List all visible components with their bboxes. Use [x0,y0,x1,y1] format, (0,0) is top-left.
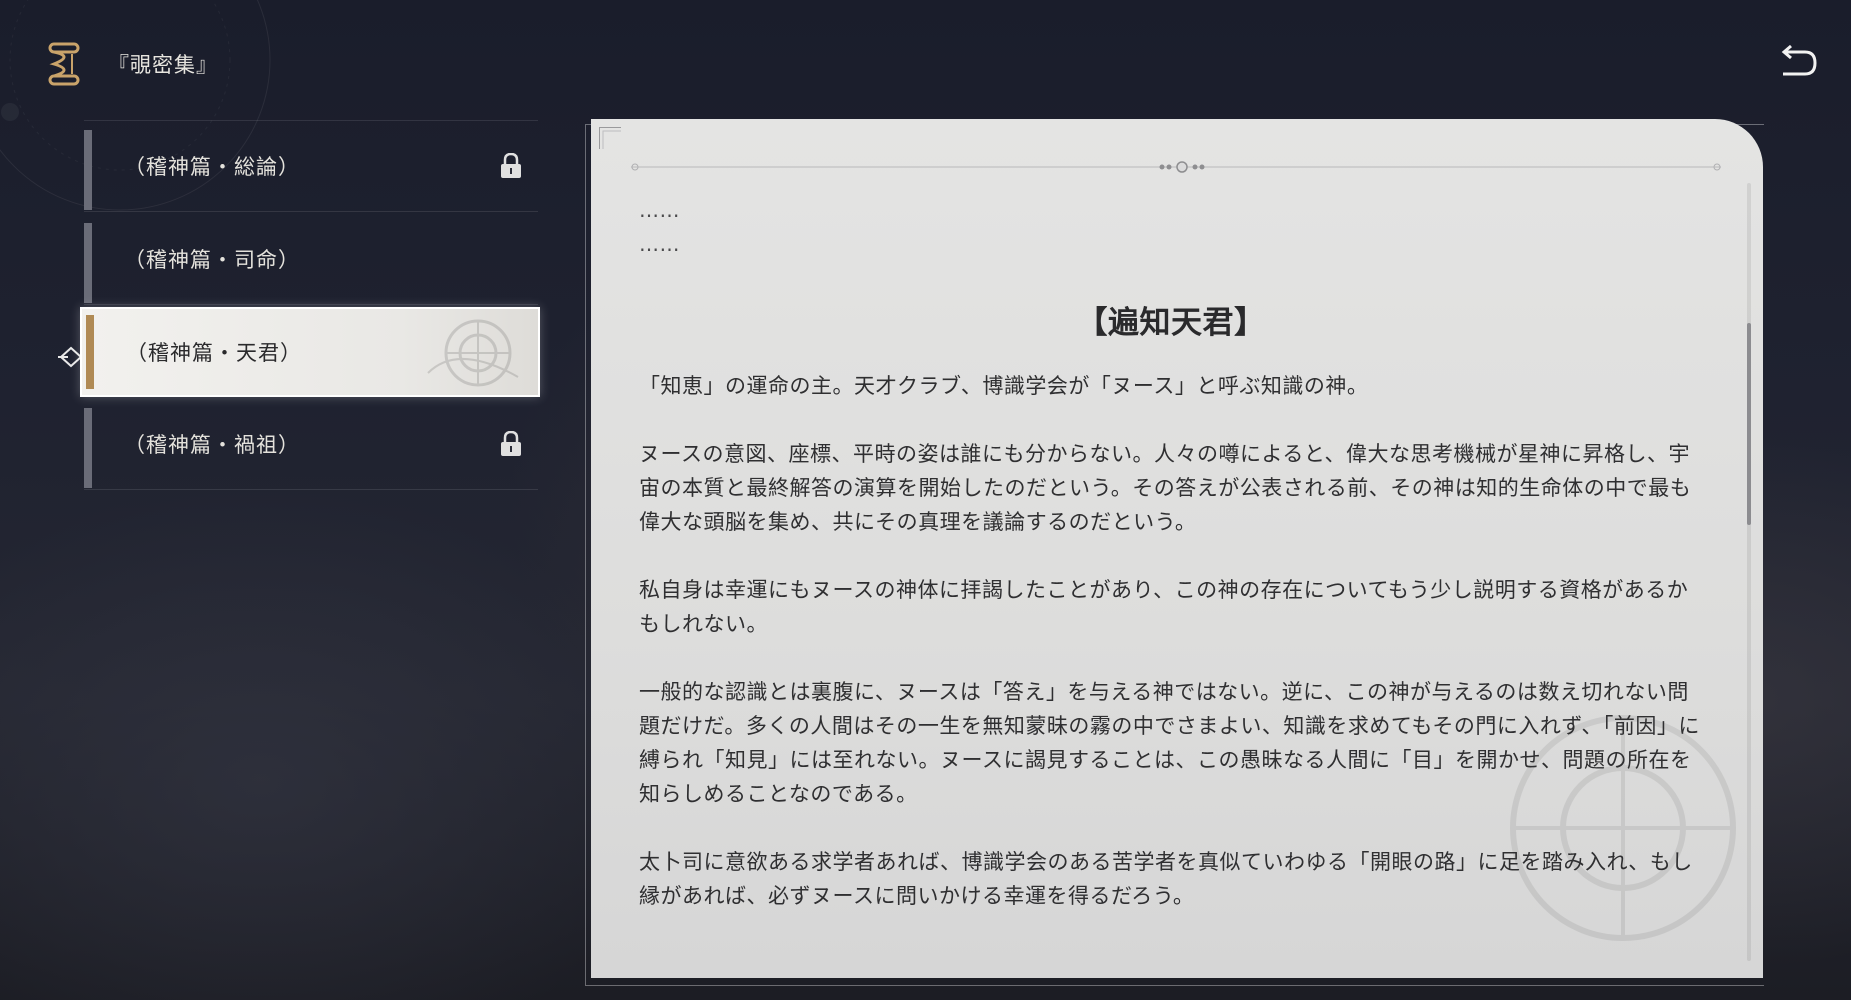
divider-ornament [631,161,1721,173]
book-scroll-icon [44,41,84,87]
document-panel: …… …… 【遍知天君】 「知恵」の運命の主。天才クラブ、博識学会が「ヌース」と… [591,119,1763,978]
document-title: 【遍知天君】 [1076,305,1266,341]
header: 『覗密集』 [44,38,218,90]
chapter-list: （稽神篇・総論） （稽神篇・司命） （稽神篇・天君） （稽神篇・禍祖） [80,120,540,492]
return-arrow-icon [1781,44,1817,76]
scrollbar-thumb[interactable] [1747,323,1751,525]
document-paragraph: 私自身は幸運にもヌースの神体に拝謁したことがあり、この神の存在についてもう少し説… [639,578,1689,636]
emblem-icon [427,319,519,387]
chapter-label: （稽神篇・禍祖） [124,433,300,457]
lock-icon [501,431,521,456]
document-content: …… …… 【遍知天君】 「知恵」の運命の主。天才クラブ、博識学会が「ヌース」と… [639,193,1703,947]
chapter-item-overview[interactable]: （稽神篇・総論） [84,120,538,212]
document-paragraph: 一般的な認識とは裏腹に、ヌースは「答え」を与える神ではない。逆に、この神が与える… [639,680,1700,806]
page-title: 『覗密集』 [108,53,218,77]
corner-ornament-icon [599,127,621,149]
chapter-item-kaso[interactable]: （稽神篇・禍祖） [84,399,538,490]
ellipsis-text: …… [639,198,680,222]
chapter-label: （稽神篇・総論） [124,155,300,179]
lock-icon [501,153,521,178]
chapter-label: （稽神篇・司命） [124,248,300,272]
ellipsis-text: …… [639,232,680,256]
document-paragraph: ヌースの意図、座標、平時の姿は誰にも分からない。人々の噂によると、偉大な思考機械… [639,442,1692,534]
scrollbar[interactable] [1747,183,1751,961]
document-paragraph: 太卜司に意欲ある求学者あれば、博識学会のある苦学者を真似ていわゆる「開眼の路」に… [639,850,1693,908]
chapter-item-siming[interactable]: （稽神篇・司命） [84,214,538,305]
chapter-item-tenkun[interactable]: （稽神篇・天君） [80,307,540,397]
chapter-label: （稽神篇・天君） [126,341,302,365]
document-paragraph: 「知恵」の運命の主。天才クラブ、博識学会が「ヌース」と呼ぶ知識の神。 [639,374,1369,398]
back-button[interactable] [1771,38,1823,90]
